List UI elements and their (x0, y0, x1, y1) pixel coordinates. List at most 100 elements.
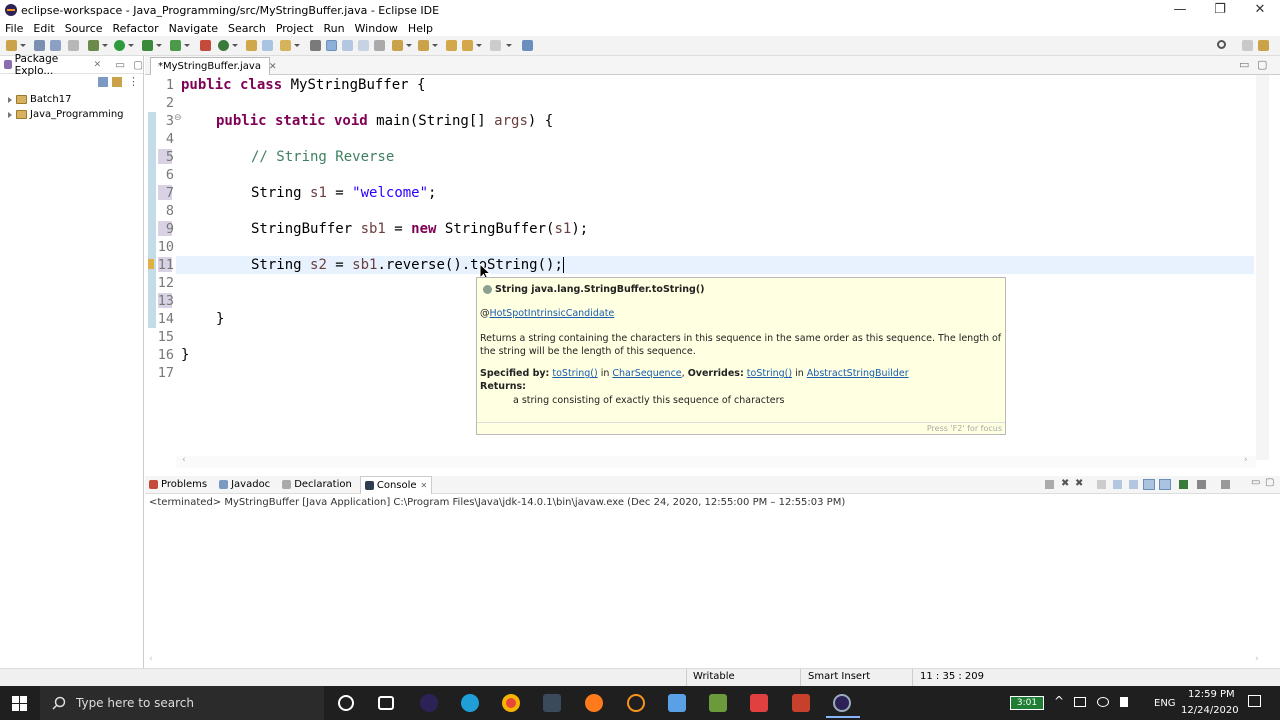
status-cursor-position[interactable]: 11 : 35 : 209 (920, 671, 984, 682)
back-icon[interactable] (462, 40, 473, 51)
maximize-editor-icon[interactable]: ▢ (1257, 58, 1267, 71)
chrome-icon[interactable] (502, 694, 520, 712)
package-explorer-tab[interactable]: Package Explo... ✕ ▭ ▢ (0, 53, 143, 77)
tab-console[interactable]: Console ✕ (359, 475, 433, 494)
new-icon[interactable] (6, 40, 17, 51)
search-icon[interactable] (1217, 40, 1226, 49)
app-icon[interactable] (543, 694, 561, 712)
clock-time[interactable]: 12:59 PM (1188, 689, 1235, 700)
last-edit-icon[interactable] (446, 40, 457, 51)
code-line-7[interactable]: String s1 = "welcome"; (251, 185, 436, 201)
run-icon[interactable] (114, 40, 125, 51)
word-wrap-icon[interactable] (358, 40, 369, 51)
show-on-error-icon[interactable] (1159, 479, 1171, 490)
show-on-output-icon[interactable] (1143, 479, 1155, 490)
maximize-view-icon[interactable]: ▢ (133, 59, 143, 71)
maximize-button[interactable]: ❐ (1200, 0, 1240, 20)
fold-icon[interactable]: ⊖ (174, 113, 182, 123)
print-icon[interactable] (68, 40, 79, 51)
app-green-icon[interactable] (709, 694, 727, 712)
task-view-icon[interactable] (378, 696, 394, 710)
menu-file[interactable]: File (5, 22, 23, 35)
open-type-icon[interactable] (246, 40, 257, 51)
overrides-tostring-link[interactable]: toString() (747, 368, 792, 379)
specified-tostring-link[interactable]: toString() (552, 368, 597, 379)
menu-window[interactable]: Window (355, 22, 398, 35)
console-view[interactable]: <terminated> MyStringBuffer [Java Applic… (145, 494, 1270, 668)
windows-start-icon[interactable] (12, 696, 27, 711)
clear-console-icon[interactable] (1097, 480, 1106, 489)
tab-problems[interactable]: Problems (145, 479, 207, 490)
run-dropdown-icon[interactable] (128, 44, 134, 47)
minimize-view-icon[interactable]: ▭ (115, 59, 125, 71)
minimize-bottom-icon[interactable]: ▭ (1251, 477, 1260, 488)
pin-editor-icon[interactable] (522, 40, 533, 51)
debug-dropdown-icon[interactable] (102, 44, 108, 47)
external-dropdown-icon[interactable] (184, 44, 190, 47)
code-line-16[interactable]: } (181, 347, 189, 363)
forward-dropdown-icon[interactable] (506, 44, 512, 47)
link-editor-icon[interactable] (112, 77, 122, 87)
eclipse-active-icon[interactable] (833, 694, 851, 712)
console-scroll-right-icon[interactable]: › (1255, 654, 1259, 664)
next-annotation-icon[interactable] (392, 40, 403, 51)
open-console-icon[interactable] (1221, 480, 1230, 489)
maximize-bottom-icon[interactable]: ▢ (1265, 477, 1274, 488)
editor-vertical-scrollbar[interactable] (1256, 75, 1269, 460)
display-console-icon[interactable] (1197, 480, 1206, 489)
scroll-left-icon[interactable]: ‹ (182, 455, 186, 465)
new-dropdown-icon[interactable] (20, 44, 26, 47)
wifi-icon[interactable] (1097, 697, 1109, 707)
java-app-icon[interactable] (792, 694, 810, 712)
view-menu-icon[interactable]: ⋮ (128, 75, 139, 88)
eclipse-taskbar-icon[interactable] (420, 694, 438, 712)
firefox-icon[interactable] (585, 694, 603, 712)
next-annotation-dropdown-icon[interactable] (406, 44, 412, 47)
mark-occurrences-icon[interactable] (326, 40, 337, 51)
menu-edit[interactable]: Edit (33, 22, 54, 35)
save-all-icon[interactable] (50, 40, 61, 51)
close-console-icon[interactable]: ✕ (421, 481, 428, 490)
minimize-editor-icon[interactable]: ▭ (1239, 58, 1249, 71)
menu-refactor[interactable]: Refactor (113, 22, 159, 35)
pin-console-icon[interactable] (1179, 480, 1188, 489)
battery-indicator[interactable]: 3:01 (1010, 696, 1044, 710)
console-scroll-left-icon[interactable]: ‹ (149, 654, 153, 664)
notifications-icon[interactable] (1248, 695, 1261, 707)
cortana-icon[interactable] (338, 695, 354, 711)
edge-icon[interactable] (461, 694, 479, 712)
menu-search[interactable]: Search (228, 22, 266, 35)
tree-item-batch17[interactable]: Batch17 (0, 92, 143, 107)
app-orange-icon[interactable] (627, 694, 645, 712)
code-line-11[interactable]: String s2 = sb1.reverse().toString(); (251, 257, 564, 273)
volume-icon[interactable] (1120, 697, 1128, 707)
toggle-breadcrumb-icon[interactable] (310, 40, 321, 51)
expand-icon[interactable] (8, 111, 12, 118)
minimize-button[interactable]: — (1160, 0, 1200, 20)
status-insert-mode[interactable]: Smart Insert (808, 671, 870, 682)
close-window-button[interactable]: ✕ (1240, 0, 1280, 20)
menu-navigate[interactable]: Navigate (169, 22, 218, 35)
code-line-5-comment[interactable]: // String Reverse (251, 149, 394, 165)
tab-declaration[interactable]: Declaration (278, 479, 352, 490)
forward-icon[interactable] (490, 40, 501, 51)
language-indicator[interactable]: ENG (1154, 698, 1176, 709)
collapse-all-icon[interactable] (98, 77, 108, 87)
code-line-1[interactable]: public class MyStringBuffer { (181, 77, 425, 93)
new-class-icon[interactable] (218, 40, 229, 51)
show-hidden-icons-icon[interactable]: ^ (1054, 694, 1064, 708)
code-line-3[interactable]: public static void main(String[] args) { (216, 113, 553, 129)
editor-tab-mystringbuffer[interactable]: *MyStringBuffer.java ✕ (150, 57, 277, 75)
prev-annotation-icon[interactable] (418, 40, 429, 51)
clock-date[interactable]: 12/24/2020 (1181, 705, 1239, 716)
menu-help[interactable]: Help (408, 22, 433, 35)
editor-horizontal-scrollbar[interactable]: ‹ › (176, 455, 1256, 468)
block-selection-icon[interactable] (342, 40, 353, 51)
remove-all-icon[interactable]: ✖ (1075, 478, 1083, 489)
debug-icon[interactable] (88, 40, 99, 51)
code-line-14[interactable]: } (216, 311, 224, 327)
tree-item-java-programming[interactable]: Java_Programming (0, 107, 143, 122)
scroll-lock-icon[interactable] (1113, 480, 1122, 489)
scroll-right-icon[interactable]: › (1244, 455, 1248, 465)
menu-run[interactable]: Run (323, 22, 344, 35)
